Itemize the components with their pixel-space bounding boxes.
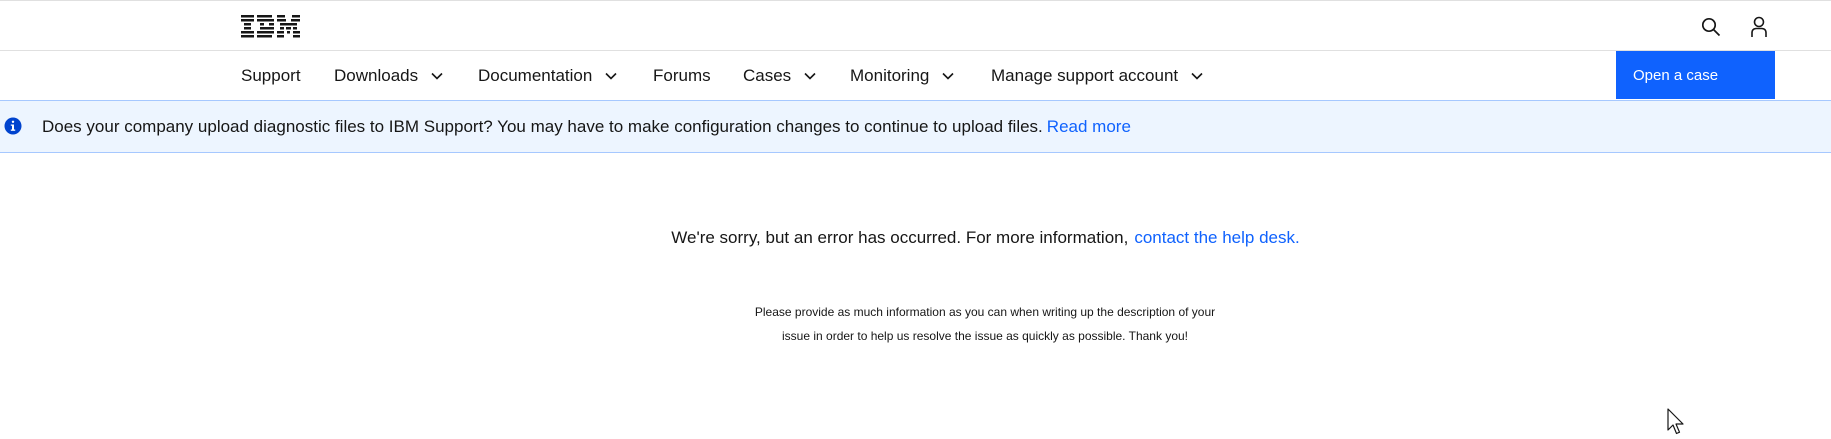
- error-note-line: Please provide as much information as yo…: [754, 305, 1216, 319]
- nav-item-label: Support: [241, 65, 301, 85]
- contact-help-desk-link[interactable]: contact the help desk.: [1134, 228, 1299, 247]
- support-nav: Support Downloads Documentation Forums C…: [0, 51, 1831, 100]
- nav-item-label: Cases: [743, 65, 792, 85]
- search-icon[interactable]: [1700, 16, 1722, 38]
- nav-item-documentation[interactable]: Documentation: [478, 51, 618, 100]
- user-icon[interactable]: [1748, 16, 1770, 38]
- open-case-button[interactable]: Open a case: [1616, 51, 1775, 99]
- info-banner: Does your company upload diagnostic file…: [0, 100, 1831, 153]
- nav-item-label: Downloads: [334, 65, 419, 85]
- chevron-down-icon: [605, 72, 617, 80]
- info-icon: [4, 117, 22, 135]
- mouse-cursor-icon: [1667, 408, 1684, 435]
- nav-item-label: Monitoring: [850, 65, 930, 85]
- nav-item-forums[interactable]: Forums: [653, 51, 711, 100]
- nav-item-support[interactable]: Support: [241, 51, 301, 100]
- chevron-down-icon: [942, 72, 954, 80]
- nav-item-label: Manage support account: [991, 65, 1179, 85]
- chevron-down-icon: [804, 72, 816, 80]
- ibm-logo[interactable]: [241, 15, 300, 38]
- error-message: We're sorry, but an error has occurred. …: [671, 228, 1129, 247]
- nav-item-downloads[interactable]: Downloads: [334, 51, 444, 100]
- banner-message-container: Does your company upload diagnostic file…: [42, 117, 1131, 137]
- chevron-down-icon: [431, 72, 443, 80]
- masthead: [0, 0, 1831, 51]
- nav-item-cases[interactable]: Cases: [743, 51, 817, 100]
- error-message-container: We're sorry, but an error has occurred. …: [0, 228, 1831, 248]
- chevron-down-icon: [1191, 72, 1203, 80]
- banner-message: Does your company upload diagnostic file…: [42, 117, 1043, 136]
- nav-item-label: Forums: [653, 65, 711, 85]
- nav-item-label: Documentation: [478, 65, 593, 85]
- read-more-link[interactable]: Read more: [1047, 117, 1131, 136]
- nav-item-manage-support-account[interactable]: Manage support account: [991, 51, 1204, 100]
- error-note: Please provide as much information as yo…: [730, 300, 1240, 348]
- error-note-line: issue in order to help us resolve the is…: [782, 329, 1188, 343]
- nav-item-monitoring[interactable]: Monitoring: [850, 51, 955, 100]
